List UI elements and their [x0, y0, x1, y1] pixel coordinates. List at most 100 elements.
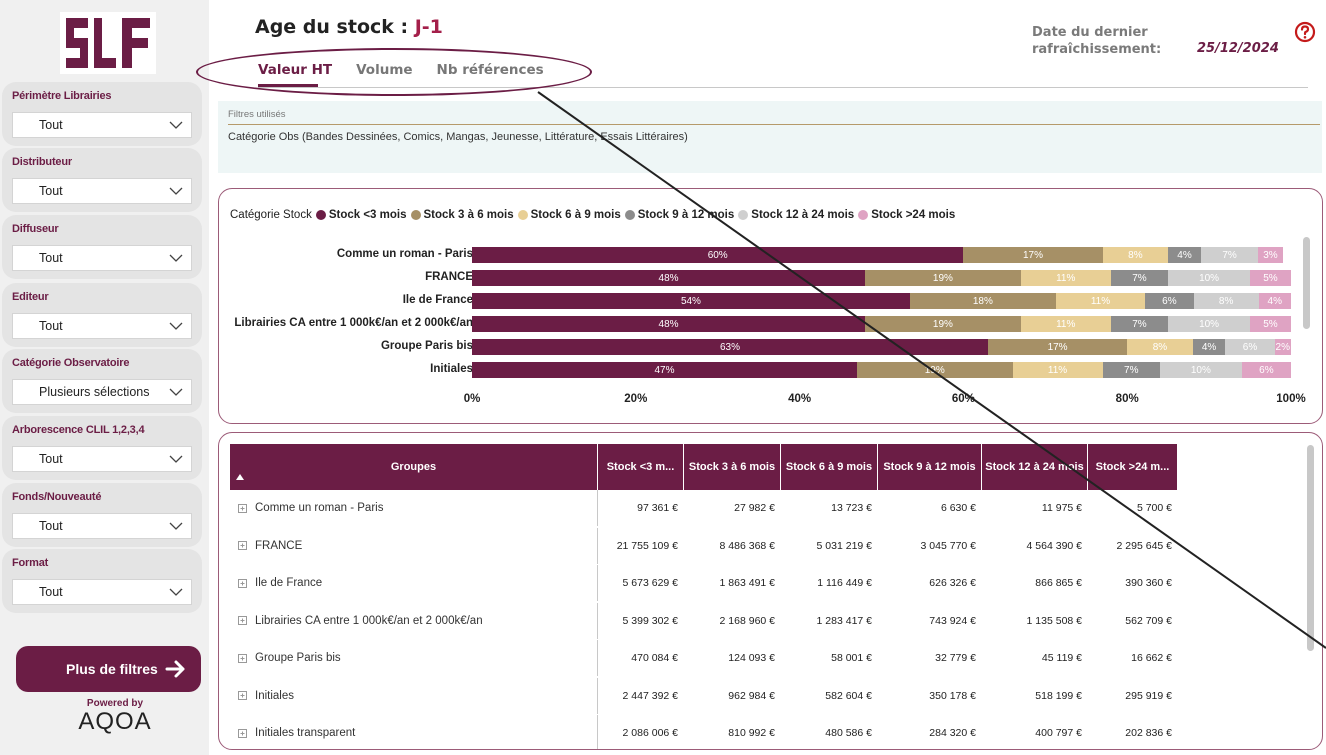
- bar-segment[interactable]: 4%: [1258, 293, 1291, 309]
- bar-segment[interactable]: 6%: [1225, 339, 1275, 355]
- filter-7: Format Tout: [2, 549, 202, 613]
- expand-plus-icon[interactable]: [238, 616, 247, 625]
- x-axis-tick-label: 20%: [624, 393, 648, 405]
- question-circle-icon[interactable]: [1294, 21, 1316, 43]
- bar-segment[interactable]: 7%: [1110, 316, 1169, 332]
- legend-dot: [624, 210, 635, 220]
- bar-segment[interactable]: 19%: [856, 362, 1013, 378]
- bar-segment[interactable]: 6%: [1241, 362, 1291, 378]
- legend-label: Stock 6 à 9 mois: [530, 209, 621, 221]
- table-row[interactable]: Ile de France 5 673 629 € 1 863 491 € 1 116…: [230, 565, 1178, 601]
- legend-item[interactable]: Stock 3 à 6 mois: [410, 209, 514, 221]
- bar-data-label: 4%: [1267, 295, 1282, 307]
- bar-segment[interactable]: 48%: [472, 270, 866, 286]
- filter-dropdown[interactable]: Tout: [12, 313, 192, 339]
- legend-item[interactable]: Stock <3 mois: [315, 209, 407, 221]
- expand-plus-icon[interactable]: [238, 653, 247, 663]
- bar-data-label: 54%: [680, 295, 701, 307]
- bar-segment[interactable]: 11%: [1012, 362, 1103, 378]
- bar-segment[interactable]: 8%: [1102, 247, 1169, 263]
- filter-dropdown[interactable]: Plusieurs sélections: [12, 379, 192, 405]
- filter-dropdown[interactable]: Tout: [12, 513, 192, 539]
- bar-segment[interactable]: 54%: [472, 293, 910, 309]
- legend-item[interactable]: Stock >24 mois: [858, 209, 955, 221]
- table-cell: 2 447 392 €: [622, 689, 678, 702]
- stacked-bar: 54% 18% 11% 6% 8% 4%: [472, 293, 1291, 309]
- expand-plus-icon[interactable]: [238, 503, 247, 513]
- bar-category-label: Librairies CA entre 1 000k€/an et 2 000k…: [234, 317, 473, 329]
- table-row[interactable]: Comme un roman - Paris 97 361 € 27 982 € 13…: [230, 490, 1178, 526]
- column-header[interactable]: Stock <3 m...: [598, 444, 684, 490]
- bar-segment[interactable]: 47%: [472, 362, 857, 378]
- expand-plus-icon[interactable]: [238, 691, 247, 700]
- bar-segment[interactable]: 7%: [1200, 247, 1259, 263]
- table-row[interactable]: Groupe Paris bis 470 084 € 124 093 € 58 001…: [230, 640, 1178, 676]
- table-cell: 11 975 €: [1041, 502, 1082, 514]
- row-group-label: Groupe Paris bis: [255, 652, 341, 664]
- column-header[interactable]: Groupes: [230, 444, 598, 490]
- filter-label: Editeur: [12, 291, 49, 303]
- bar-segment[interactable]: 48%: [472, 316, 866, 332]
- legend-item[interactable]: Stock 9 à 12 mois: [624, 209, 734, 221]
- column-header[interactable]: Stock 3 à 6 mois: [684, 444, 781, 490]
- bar-segment[interactable]: 3%: [1258, 247, 1283, 263]
- column-header[interactable]: Stock >24 m...: [1088, 444, 1178, 490]
- bar-segment[interactable]: 4%: [1168, 247, 1201, 263]
- bar-segment[interactable]: 63%: [472, 339, 988, 355]
- filter-label: Catégorie Observatoire: [12, 357, 130, 369]
- bar-segment[interactable]: 11%: [1055, 293, 1146, 309]
- table-row[interactable]: Initiales transparent 2 086 006 € 810 992 …: [230, 715, 1178, 749]
- table-cell: 3 045 770 €: [920, 539, 976, 552]
- column-header[interactable]: Stock 6 à 9 mois: [781, 444, 878, 490]
- bar-segment[interactable]: 4%: [1192, 339, 1226, 355]
- sort-ascending-icon[interactable]: [236, 474, 244, 480]
- bar-segment[interactable]: 60%: [472, 247, 964, 263]
- row-group-label: Ile de France: [255, 577, 323, 589]
- filter-dropdown[interactable]: Tout: [12, 245, 192, 271]
- bar-segment[interactable]: 11%: [1020, 316, 1111, 332]
- filter-dropdown[interactable]: Tout: [12, 579, 192, 605]
- column-header[interactable]: Stock 9 à 12 mois: [878, 444, 982, 490]
- table-cell: 810 992 €: [728, 727, 775, 739]
- bar-segment[interactable]: 17%: [987, 339, 1128, 355]
- bar-segment[interactable]: 18%: [909, 293, 1056, 309]
- column-header[interactable]: Stock 12 à 24 mois: [982, 444, 1088, 490]
- row-group-label: FRANCE: [255, 539, 303, 552]
- bar-data-label: 48%: [658, 318, 679, 330]
- bar-segment[interactable]: 10%: [1168, 270, 1251, 286]
- more-filters-button[interactable]: Plus de filtres: [16, 646, 201, 692]
- filter-label: Fonds/Nouveauté: [12, 491, 102, 503]
- bar-segment[interactable]: 7%: [1102, 362, 1160, 378]
- table-row[interactable]: FRANCE 21 755 109 € 8 486 368 € 5 031 219 €…: [230, 527, 1178, 564]
- expand-plus-icon[interactable]: [238, 541, 247, 550]
- filter-dropdown[interactable]: Tout: [12, 178, 192, 204]
- bar-segment[interactable]: 8%: [1127, 339, 1193, 355]
- expand-plus-icon[interactable]: [238, 578, 247, 588]
- table-row[interactable]: Librairies CA entre 1 000k€/an et 2 000k…: [230, 602, 1178, 639]
- bar-category-label: Groupe Paris bis: [380, 340, 473, 352]
- filter-dropdown[interactable]: Tout: [12, 112, 192, 138]
- bar-segment[interactable]: 5%: [1250, 316, 1291, 332]
- table-cell: 5 700 €: [1136, 502, 1172, 514]
- expand-plus-icon[interactable]: [238, 728, 247, 738]
- bar-segment[interactable]: 5%: [1250, 270, 1291, 286]
- bar-segment[interactable]: 10%: [1159, 362, 1242, 378]
- bar-segment[interactable]: 19%: [865, 270, 1021, 286]
- bar-segment[interactable]: 11%: [1020, 270, 1111, 286]
- bar-segment[interactable]: 2%: [1274, 339, 1291, 355]
- bar-segment[interactable]: 6%: [1145, 293, 1194, 309]
- bar-segment[interactable]: 17%: [963, 247, 1103, 263]
- chart-scrollbar[interactable]: [1303, 237, 1310, 329]
- bar-data-label: 4%: [1177, 249, 1192, 261]
- filter-value: Tout: [39, 319, 63, 333]
- bar-segment[interactable]: 19%: [865, 316, 1021, 332]
- bar-segment[interactable]: 7%: [1110, 270, 1169, 286]
- legend-item[interactable]: Stock 12 à 24 mois: [738, 209, 854, 221]
- table-row[interactable]: Initiales 2 447 392 € 962 984 € 582 604 € 35…: [230, 677, 1178, 714]
- filter-dropdown[interactable]: Tout: [12, 446, 192, 472]
- bar-segment[interactable]: 8%: [1193, 293, 1259, 309]
- bar-data-label: 8%: [1128, 249, 1143, 261]
- table-scrollbar[interactable]: [1307, 445, 1314, 651]
- legend-item[interactable]: Stock 6 à 9 mois: [517, 209, 621, 221]
- bar-segment[interactable]: 10%: [1168, 316, 1251, 332]
